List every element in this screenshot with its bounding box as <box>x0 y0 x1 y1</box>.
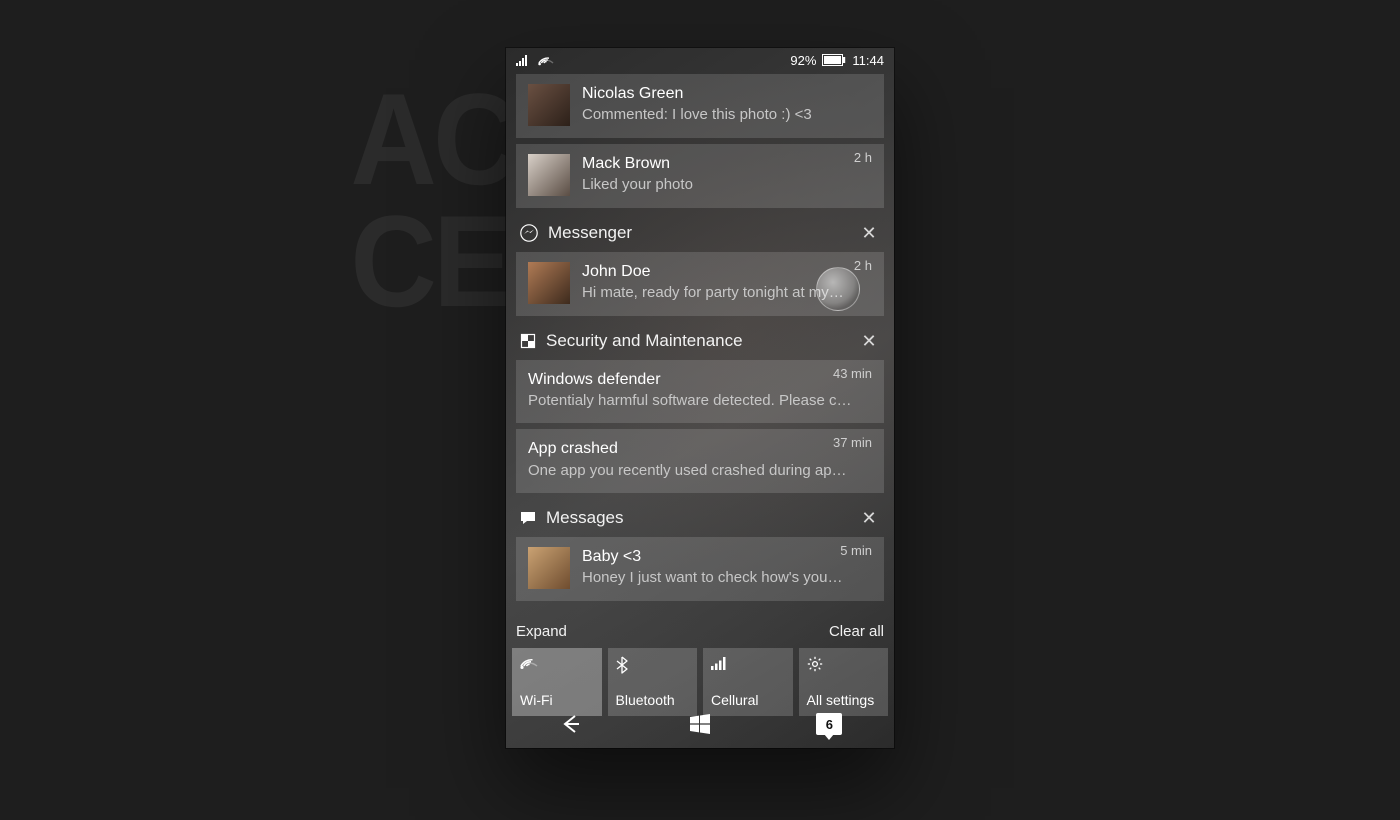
notif-title: John Doe <box>582 262 872 281</box>
group-title: Security and Maintenance <box>546 331 743 351</box>
wifi-icon <box>520 656 538 670</box>
group-header-messenger[interactable]: Messenger ✕ <box>516 214 884 252</box>
shield-icon <box>520 333 536 349</box>
group-header-messages[interactable]: Messages ✕ <box>516 499 884 537</box>
avatar <box>528 84 570 126</box>
group-title: Messages <box>546 508 623 528</box>
notif-detail: Honey I just want to check how's you… <box>582 568 872 588</box>
notif-time: 2 h <box>854 258 872 273</box>
notif-time: 2 h <box>854 150 872 165</box>
wifi-status-icon <box>538 54 554 66</box>
battery-icon <box>822 54 846 66</box>
notif-detail: Potentialy harmful software detected. Pl… <box>528 391 872 411</box>
dismiss-group-button[interactable]: ✕ <box>858 224 880 242</box>
expand-button[interactable]: Expand <box>516 623 567 640</box>
notif-time: 5 min <box>840 543 872 558</box>
avatar <box>528 262 570 304</box>
bluetooth-icon <box>616 656 628 674</box>
nav-bar: 6 <box>506 700 894 748</box>
notification-card[interactable]: Nicolas Green Commented: I love this pho… <box>516 74 884 138</box>
notif-title: Nicolas Green <box>582 84 872 103</box>
notif-title: App crashed <box>528 439 872 458</box>
dismiss-group-button[interactable]: ✕ <box>858 509 880 527</box>
notif-title: Windows defender <box>528 370 872 389</box>
notif-detail: Hi mate, ready for party tonight at my… <box>582 283 872 303</box>
notification-card[interactable]: Baby <3 Honey I just want to check how's… <box>516 537 884 601</box>
start-button[interactable] <box>680 704 720 744</box>
notification-card[interactable]: Mack Brown Liked your photo 2 h <box>516 144 884 208</box>
notif-time: 43 min <box>833 366 872 381</box>
phone-frame: 92% 11:44 Nicolas Green Commented: I lov… <box>506 48 894 748</box>
cellular-icon <box>711 656 727 670</box>
search-badge-count: 6 <box>816 713 842 735</box>
notification-card[interactable]: John Doe Hi mate, ready for party tonigh… <box>516 252 884 316</box>
notif-time: 37 min <box>833 435 872 450</box>
messenger-icon <box>520 224 538 242</box>
notif-title: Baby <3 <box>582 547 872 566</box>
search-badge-icon: 6 <box>816 713 842 735</box>
back-button[interactable] <box>551 704 591 744</box>
notification-list: Nicolas Green Commented: I love this pho… <box>506 74 894 611</box>
footer-links: Expand Clear all <box>506 611 894 648</box>
notification-card[interactable]: Windows defender Potentialy harmful soft… <box>516 360 884 423</box>
notif-detail: Commented: I love this photo :) <3 <box>582 105 872 125</box>
status-bar: 92% 11:44 <box>506 48 894 72</box>
chat-icon <box>520 510 536 526</box>
notification-card[interactable]: App crashed One app you recently used cr… <box>516 429 884 492</box>
settings-icon <box>807 656 823 672</box>
search-button[interactable]: 6 <box>809 704 849 744</box>
notif-title: Mack Brown <box>582 154 872 173</box>
notif-detail: Liked your photo <box>582 175 872 195</box>
dismiss-group-button[interactable]: ✕ <box>858 332 880 350</box>
notif-detail: One app you recently used crashed during… <box>528 461 872 481</box>
avatar <box>528 154 570 196</box>
avatar <box>528 547 570 589</box>
clock: 11:44 <box>852 53 884 68</box>
group-header-security[interactable]: Security and Maintenance ✕ <box>516 322 884 360</box>
group-title: Messenger <box>548 223 632 243</box>
battery-percent: 92% <box>790 53 816 68</box>
clear-all-button[interactable]: Clear all <box>829 623 884 640</box>
signal-icon <box>516 54 530 66</box>
